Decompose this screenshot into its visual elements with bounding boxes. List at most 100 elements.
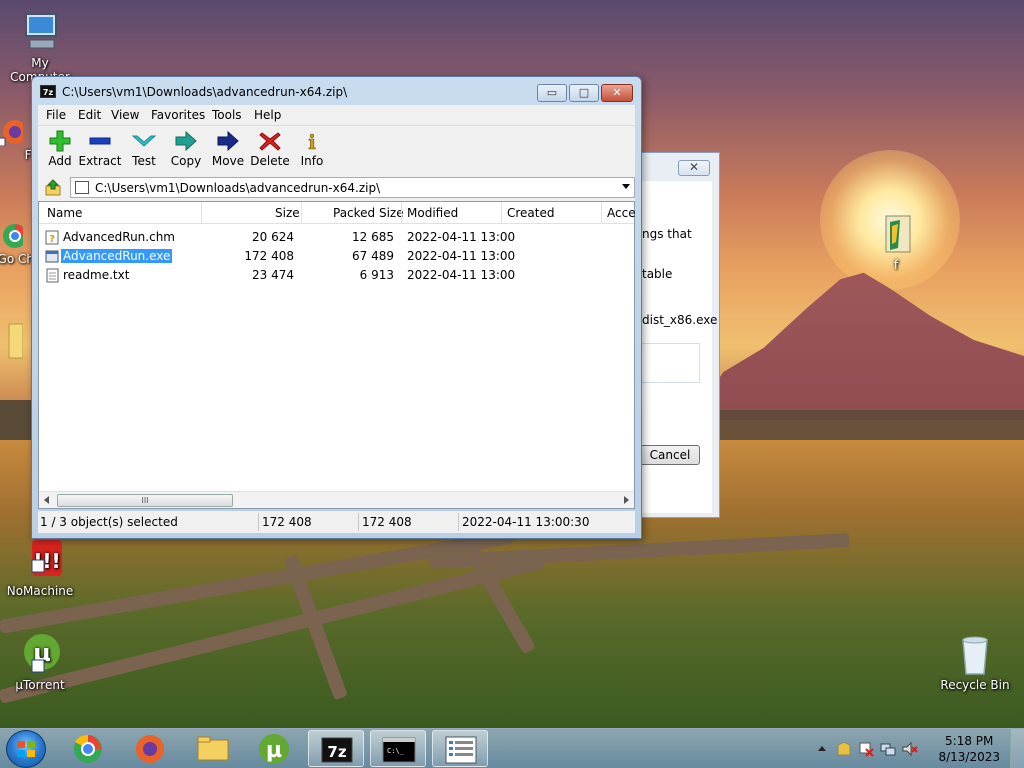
file-modified: 2022-04-11 13:00 (407, 249, 516, 263)
path-combobox[interactable]: C:\Users\vm1\Downloads\advancedrun-x64.z… (70, 177, 635, 198)
scroll-right-arrow[interactable] (624, 496, 629, 504)
windows-logo-icon (17, 741, 35, 757)
title-bar[interactable]: 7z C:\Users\vm1\Downloads\advancedrun-x6… (32, 77, 641, 105)
background-dialog-close-button[interactable]: ✕ (678, 160, 710, 176)
svg-text:?: ? (49, 234, 55, 245)
chevron-up-icon[interactable] (818, 746, 826, 751)
delete-button[interactable]: Delete (248, 130, 292, 168)
menu-favorites[interactable]: Favorites (151, 108, 205, 122)
column-separator[interactable] (501, 202, 502, 224)
menu-file[interactable]: File (46, 108, 66, 122)
menu-view[interactable]: View (111, 108, 139, 122)
file-packed-size: 67 489 (352, 249, 394, 263)
background-dialog-body: ngs that table dist_x86.exe Cancel (640, 181, 717, 513)
info-icon: i (300, 130, 324, 155)
start-button[interactable] (6, 730, 46, 768)
list-icon (445, 736, 477, 764)
copy-icon (174, 130, 198, 152)
firefox-icon (136, 735, 164, 763)
wallpaper-mountain (690, 272, 1024, 420)
folder-up-button[interactable] (44, 179, 62, 197)
close-button[interactable]: ✕ (601, 84, 633, 102)
computer-icon (18, 10, 62, 54)
clock[interactable]: 5:18 PM 8/13/2023 (938, 733, 1000, 765)
system-tray: 5:18 PM 8/13/2023 (814, 729, 1024, 768)
file-modified: 2022-04-11 13:00 (407, 230, 516, 244)
copy-button[interactable]: Copy (164, 130, 208, 168)
address-bar: C:\Users\vm1\Downloads\advancedrun-x64.z… (38, 175, 635, 201)
table-row[interactable]: ? AdvancedRun.chm 20 624 12 685 2022-04-… (39, 228, 634, 247)
horizontal-scrollbar[interactable]: III (39, 491, 634, 508)
desktop-icon-label: Fi (24, 148, 34, 162)
folder-icon (197, 736, 229, 761)
show-desktop-button[interactable] (1010, 729, 1024, 768)
file-size: 20 624 (252, 230, 294, 244)
info-button[interactable]: i Info (290, 130, 334, 168)
desktop-icon-utorrent[interactable]: µ µTorrent (0, 632, 80, 692)
text-file-icon (46, 268, 59, 283)
path-text: C:\Users\vm1\Downloads\advancedrun-x64.z… (95, 181, 381, 195)
info-label: Info (300, 154, 324, 168)
chevron-down-icon[interactable] (622, 184, 630, 189)
clock-time: 5:18 PM (945, 734, 994, 748)
table-row[interactable]: readme.txt 23 474 6 913 2022-04-11 13:00 (39, 266, 634, 285)
help-file-icon: ? (45, 230, 59, 245)
column-separator[interactable] (601, 202, 602, 224)
column-modified[interactable]: Modified (407, 206, 458, 220)
taskbar-utorrent[interactable]: µ (246, 730, 302, 767)
desktop-icon-firefox[interactable]: Fi (0, 118, 34, 162)
taskbar-chrome[interactable] (60, 730, 116, 767)
move-button[interactable]: Move (206, 130, 250, 168)
cancel-button[interactable]: Cancel (640, 445, 700, 465)
column-accessed[interactable]: Acce (607, 206, 636, 220)
7zip-icon: 7z (321, 737, 353, 763)
taskbar-7zip[interactable]: 7z (308, 730, 364, 767)
add-button[interactable]: Add (38, 130, 82, 168)
desktop-icon-chrome[interactable]: Go Ch (0, 222, 34, 266)
desktop-icon-label: NoMachine (6, 584, 74, 598)
desktop-icon-folder[interactable] (0, 322, 34, 362)
add-label: Add (48, 154, 72, 168)
taskbar-notepad[interactable] (432, 730, 488, 767)
column-packed-size[interactable]: Packed Size (333, 206, 404, 220)
copy-label: Copy (170, 154, 202, 168)
column-separator[interactable] (301, 202, 302, 224)
file-packed-size: 12 685 (352, 230, 394, 244)
test-button[interactable]: Test (122, 130, 166, 168)
menu-edit[interactable]: Edit (78, 108, 101, 122)
desktop-icon-label: Recycle Bin (940, 678, 1010, 692)
volume-muted-icon[interactable] (902, 741, 918, 757)
extract-button[interactable]: Extract (78, 130, 122, 168)
table-row-selected[interactable]: AdvancedRun.exe 172 408 67 489 2022-04-1… (39, 247, 634, 266)
flag-alert-icon[interactable] (858, 741, 874, 757)
taskbar-firefox[interactable] (122, 730, 178, 767)
taskbar-cmd[interactable]: C:\_ (370, 730, 426, 767)
test-icon (131, 130, 157, 152)
desktop-icon-recycle-bin[interactable]: Recycle Bin (935, 632, 1015, 692)
taskbar-explorer[interactable] (184, 730, 240, 767)
desktop-icon-file-f[interactable]: f (856, 212, 936, 272)
menu-tools[interactable]: Tools (212, 108, 242, 122)
desktop-icon-nomachine[interactable]: !!! NoMachine (0, 538, 80, 598)
desktop-icon-label: Go Ch (0, 252, 34, 266)
action-center-icon[interactable] (836, 741, 852, 757)
minimize-button[interactable]: ▭ (537, 84, 567, 102)
column-name[interactable]: Name (47, 206, 82, 220)
background-dialog-text: ngs that (642, 227, 692, 241)
menu-bar: File Edit View Favorites Tools Help (38, 105, 635, 125)
7zip-window: 7z C:\Users\vm1\Downloads\advancedrun-x6… (31, 76, 642, 539)
file-list[interactable]: Name Size Packed Size Modified Created A… (38, 201, 636, 509)
file-modified: 2022-04-11 13:00 (407, 268, 516, 282)
scroll-thumb[interactable]: III (57, 494, 233, 507)
network-icon[interactable] (880, 741, 896, 757)
column-separator[interactable] (201, 202, 202, 224)
maximize-button[interactable]: □ (569, 84, 599, 102)
menu-help[interactable]: Help (254, 108, 281, 122)
scroll-left-arrow[interactable] (44, 496, 49, 504)
svg-text:µ: µ (266, 738, 282, 763)
column-created[interactable]: Created (507, 206, 555, 220)
taskbar: µ 7z C:\_ 5:18 PM 8/13/2023 (0, 728, 1024, 768)
column-size[interactable]: Size (275, 206, 300, 220)
desktop-icon-my-computer[interactable]: My Computer (0, 10, 80, 84)
column-separator[interactable] (401, 202, 402, 224)
